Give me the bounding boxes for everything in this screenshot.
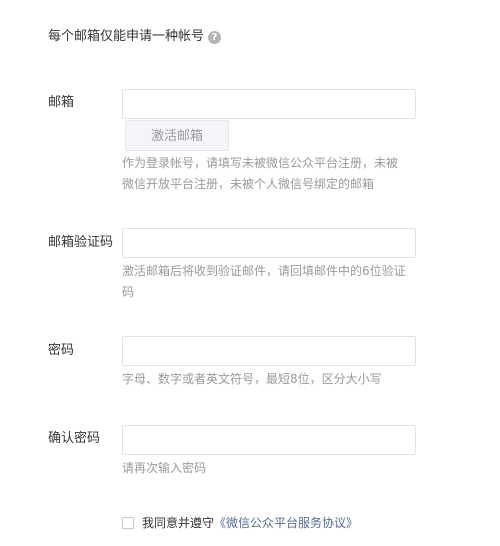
email-field[interactable] — [122, 89, 416, 119]
account-notice: 每个邮箱仅能申请一种帐号 ? — [48, 28, 222, 46]
activate-email-button[interactable]: 激活邮箱 — [125, 120, 229, 151]
verification-code-field[interactable] — [122, 228, 416, 258]
service-agreement-link[interactable]: 《微信公众平台服务协议》 — [214, 514, 358, 532]
confirm-password-hint: 请再次输入密码 — [122, 461, 207, 475]
agreement-row: 我同意并遵守 《微信公众平台服务协议》 — [122, 514, 358, 532]
password-field[interactable] — [122, 336, 416, 366]
password-hint: 字母、数字或者英文符号，最短8位，区分大小写 — [122, 372, 382, 386]
agreement-text: 我同意并遵守 — [142, 516, 215, 530]
verification-code-hint: 激活邮箱后将收到验证邮件，请回填邮件中的6位验证码 — [122, 264, 406, 299]
help-icon[interactable]: ? — [208, 30, 222, 44]
agreement-checkbox[interactable] — [122, 517, 134, 529]
verification-code-label: 邮箱验证码 — [48, 235, 114, 250]
confirm-password-field[interactable] — [122, 425, 416, 455]
password-label: 密码 — [48, 343, 75, 358]
account-notice-text: 每个邮箱仅能申请一种帐号 — [48, 29, 205, 44]
email-label: 邮箱 — [48, 95, 75, 110]
email-hint: 作为登录帐号，请填写未被微信公众平台注册，未被微信开放平台注册，未被个人微信号绑… — [122, 156, 399, 191]
confirm-password-label: 确认密码 — [48, 431, 101, 446]
